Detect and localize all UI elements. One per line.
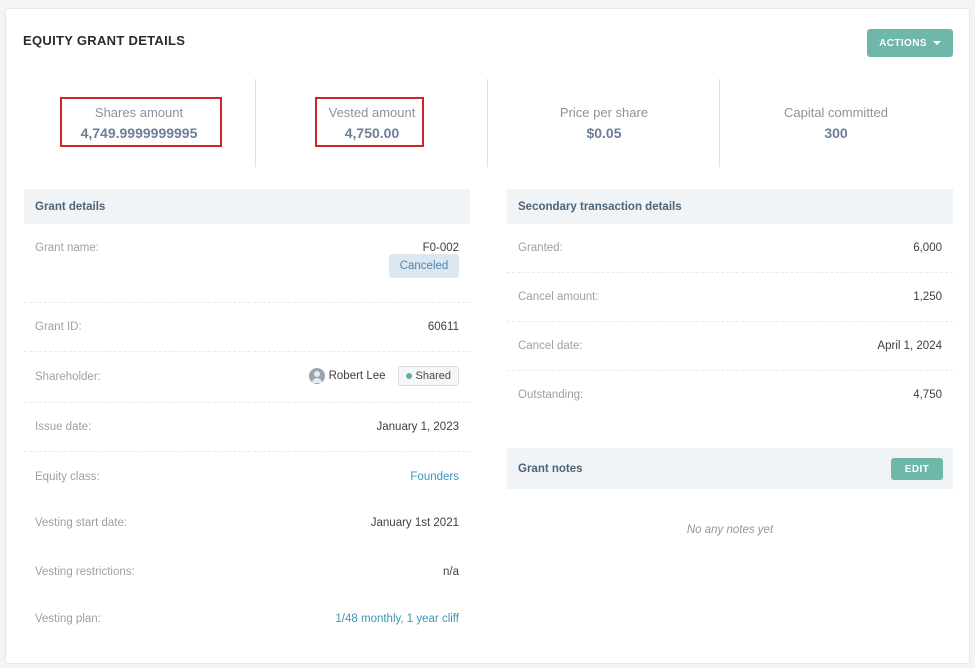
actions-button-label: ACTIONS — [879, 37, 927, 49]
row-vesting-start: Vesting start date: January 1st 2021 — [24, 501, 470, 549]
row-shareholder: Shareholder: Robert Lee Shared — [24, 352, 470, 403]
row-label: Issue date: — [35, 421, 92, 433]
caret-down-icon — [932, 41, 941, 45]
row-cancel-amount: Cancel amount: 1,250 — [507, 273, 953, 322]
row-vesting-restrictions: Vesting restrictions: n/a — [24, 549, 470, 597]
stat-label: Capital committed — [783, 105, 889, 120]
vesting-restrictions-value: n/a — [443, 566, 459, 578]
row-granted: Granted: 6,000 — [507, 224, 953, 273]
row-issue-date: Issue date: January 1, 2023 — [24, 403, 470, 452]
highlight-box-vested — [315, 97, 424, 147]
stat-value: $0.05 — [586, 125, 622, 141]
page-title: EQUITY GRANT DETAILS — [23, 33, 186, 48]
row-label: Equity class: — [35, 471, 100, 483]
row-label: Granted: — [518, 242, 563, 254]
actions-button[interactable]: ACTIONS — [867, 29, 953, 57]
stat-capital-committed: Capital committed 300 — [720, 79, 952, 167]
row-label: Cancel date: — [518, 340, 583, 352]
edit-notes-button[interactable]: EDIT — [891, 458, 943, 480]
outstanding-value: 4,750 — [913, 389, 942, 401]
cancel-date-value: April 1, 2024 — [877, 340, 942, 352]
vesting-start-value: January 1st 2021 — [370, 517, 459, 529]
shared-badge-label: Shared — [415, 370, 451, 382]
granted-value: 6,000 — [913, 242, 942, 254]
highlight-box-shares — [60, 97, 222, 147]
vesting-plan-link[interactable]: 1/48 monthly, 1 year cliff — [335, 613, 459, 625]
row-equity-class: Equity class: Founders — [24, 452, 470, 501]
equity-class-link[interactable]: Founders — [410, 471, 459, 483]
stat-value: 300 — [824, 125, 848, 141]
shareholder-value: Robert Lee Shared — [308, 366, 459, 386]
row-vesting-plan: Vesting plan: 1/48 monthly, 1 year cliff — [24, 597, 470, 645]
grant-name-value: F0-002 — [422, 242, 459, 254]
row-label: Grant ID: — [35, 321, 82, 333]
row-outstanding: Outstanding: 4,750 — [507, 371, 953, 420]
row-label: Grant name: — [35, 242, 99, 254]
row-label: Vesting plan: — [35, 613, 101, 625]
equity-grant-card: EQUITY GRANT DETAILS ACTIONS Shares amou… — [5, 8, 970, 664]
issue-date-value: January 1, 2023 — [376, 421, 459, 433]
grant-notes-header: Grant notes EDIT — [507, 448, 953, 489]
secondary-transaction-header: Secondary transaction details — [507, 189, 953, 224]
grant-details-header: Grant details — [24, 189, 470, 224]
row-label: Shareholder: — [35, 371, 101, 383]
cancel-amount-value: 1,250 — [913, 291, 942, 303]
shared-badge: Shared — [397, 366, 459, 386]
grant-notes-title: Grant notes — [518, 462, 583, 475]
row-label: Cancel amount: — [518, 291, 599, 303]
status-badge: Canceled — [389, 254, 459, 278]
grant-id-value: 60611 — [427, 321, 459, 333]
row-label: Vesting restrictions: — [35, 566, 135, 578]
row-label: Outstanding: — [518, 389, 584, 401]
avatar — [308, 368, 325, 384]
stat-label: Price per share — [559, 105, 649, 120]
status-dot-icon — [405, 373, 412, 379]
stat-price-per-share: Price per share $0.05 — [488, 79, 720, 167]
row-label: Vesting start date: — [35, 517, 128, 529]
row-grant-name: Grant name: F0-002 Canceled — [24, 224, 470, 303]
shareholder-name[interactable]: Robert Lee — [329, 370, 386, 382]
row-grant-id: Grant ID: 60611 — [24, 303, 470, 352]
row-cancel-date: Cancel date: April 1, 2024 — [507, 322, 953, 371]
notes-empty-state: No any notes yet — [686, 524, 774, 536]
